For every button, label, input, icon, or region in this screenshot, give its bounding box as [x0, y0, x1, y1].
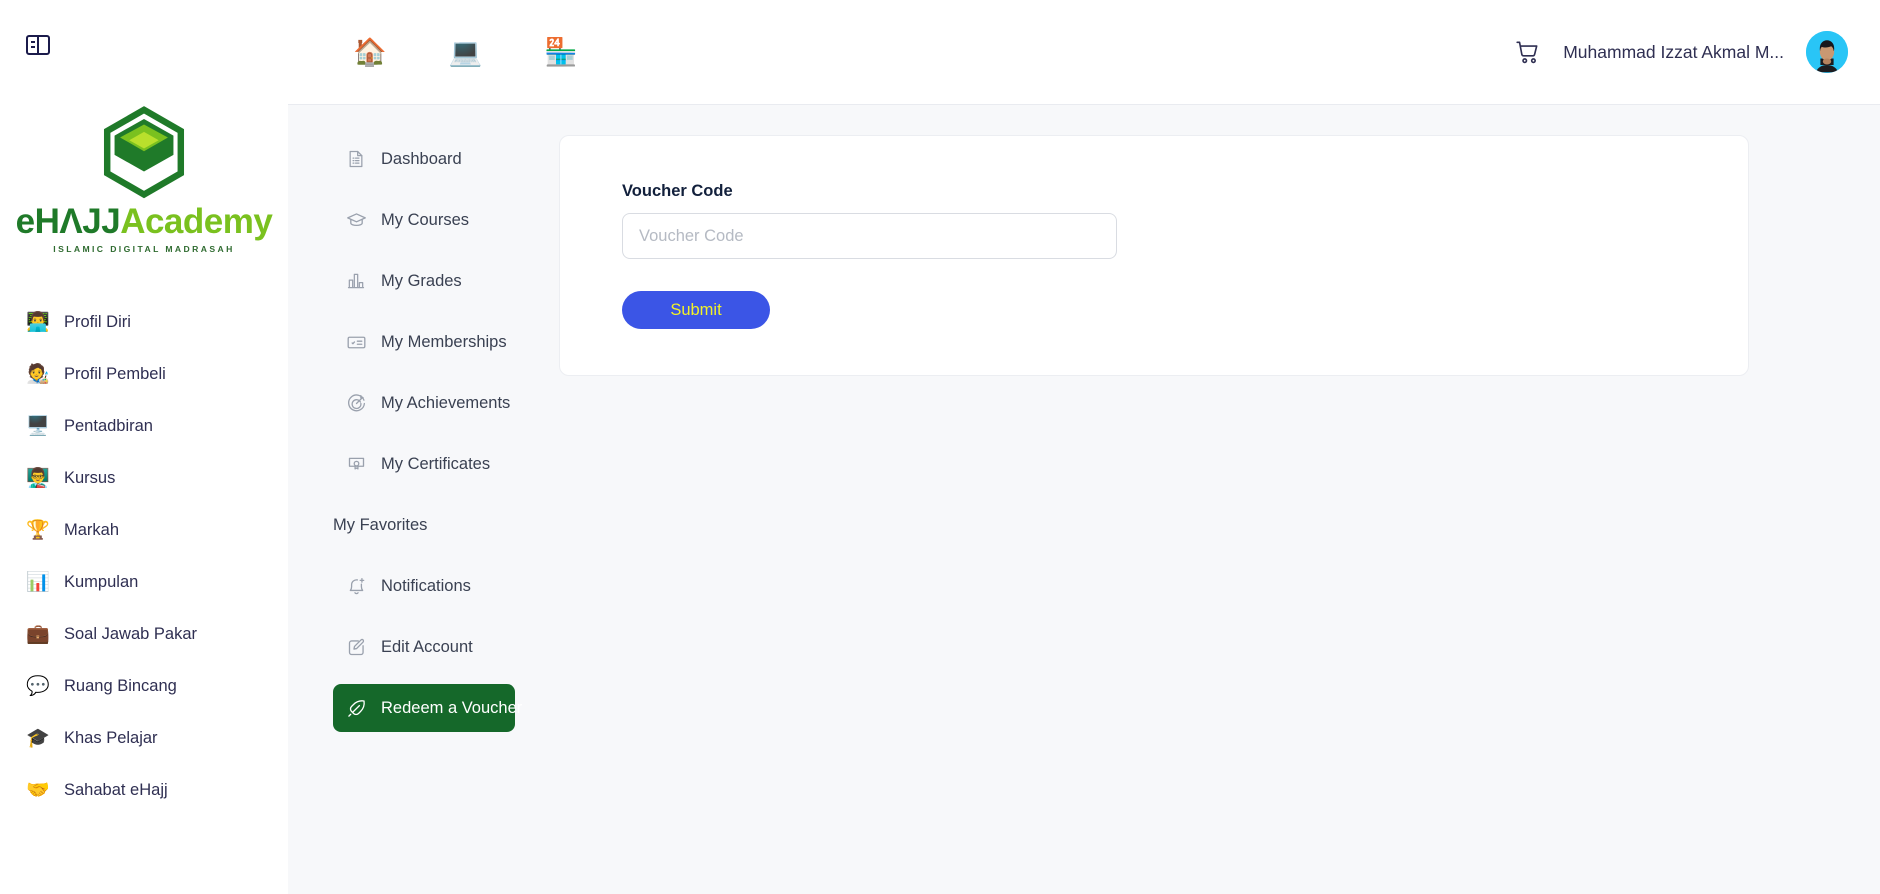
ehajj-kaaba-logo-icon — [103, 106, 185, 199]
friends-icon: 🤝 — [26, 779, 50, 801]
home-icon[interactable]: 🏠 — [353, 38, 387, 66]
subnav-section-label: My Favorites — [333, 515, 428, 534]
sidebar-item-khas-pelajar[interactable]: 🎓 Khas Pelajar — [0, 712, 288, 764]
sidebar-item-kumpulan[interactable]: 📊 Kumpulan — [0, 556, 288, 608]
subnav-item-redeem-a-voucher[interactable]: Redeem a Voucher — [333, 684, 522, 732]
rocket-icon — [345, 697, 367, 719]
bar-chart-icon — [345, 270, 367, 292]
certificate-seal-icon — [345, 453, 367, 475]
administration-icon: 🖥️ — [26, 415, 50, 437]
student-special-icon: 🎓 — [26, 727, 50, 749]
brand-name-part2: Academy — [120, 202, 273, 241]
sidebar-item-sahabat-ehajj[interactable]: 🤝 Sahabat eHajj — [0, 764, 288, 816]
edit-square-icon — [345, 636, 367, 658]
sidebar-item-label: Profil Diri — [64, 312, 131, 331]
target-achievement-icon — [345, 392, 367, 414]
main-content: Voucher Code Submit — [533, 105, 1880, 894]
avatar-photo-icon — [1806, 31, 1848, 73]
sidebar-item-label: Soal Jawab Pakar — [64, 624, 197, 643]
subnav-item-label: My Courses — [381, 210, 470, 229]
subnav-item-label: My Memberships — [381, 332, 507, 351]
subnav-item-label: Edit Account — [381, 637, 473, 656]
subnav-item-edit-account[interactable]: Edit Account — [333, 623, 533, 671]
subnav-item-notifications[interactable]: Notifications — [333, 562, 533, 610]
subnav-item-my-memberships[interactable]: My Memberships — [333, 318, 533, 366]
sidebar-item-soal-jawab-pakar[interactable]: 💼 Soal Jawab Pakar — [0, 608, 288, 660]
expert-qa-icon: 💼 — [26, 623, 50, 645]
sidebar-item-ruang-bincang[interactable]: 💬 Ruang Bincang — [0, 660, 288, 712]
submit-button[interactable]: Submit — [622, 291, 770, 329]
subnav-item-label: Dashboard — [381, 149, 462, 168]
secondary-nav: Dashboard My Courses My Grades My Member… — [288, 105, 533, 894]
subnav-item-label: My Achievements — [381, 393, 511, 412]
brand-name-part1: eHΛJJ — [15, 202, 121, 241]
buyer-profile-icon: 🧑‍🎨 — [26, 363, 50, 385]
sidebar-item-label: Khas Pelajar — [64, 728, 158, 747]
voucher-code-input[interactable] — [622, 213, 1117, 259]
sidebar-item-label: Profil Pembeli — [64, 364, 166, 383]
groups-icon: 📊 — [26, 571, 50, 593]
sidebar-toggle-row — [0, 0, 288, 90]
sidebar-item-label: Ruang Bincang — [64, 676, 177, 695]
subnav-item-my-grades[interactable]: My Grades — [333, 257, 533, 305]
header-user-area: Muhammad Izzat Akmal M... — [1515, 31, 1848, 73]
brand-wordmark: eHΛJJAcademy — [16, 204, 273, 239]
sidebar-item-pentadbiran[interactable]: 🖥️ Pentadbiran — [0, 400, 288, 452]
brand-logo[interactable]: eHΛJJAcademy ISLAMIC DIGITAL MADRASAH — [0, 106, 288, 254]
shopping-cart-icon[interactable] — [1515, 39, 1541, 65]
subnav-item-label: Redeem a Voucher — [381, 698, 523, 717]
subnav-item-my-certificates[interactable]: My Certificates — [333, 440, 533, 488]
bell-plus-icon — [345, 575, 367, 597]
app-root: eHΛJJAcademy ISLAMIC DIGITAL MADRASAH 👨‍… — [0, 0, 1880, 894]
sidebar-item-kursus[interactable]: 👨‍🏫 Kursus — [0, 452, 288, 504]
user-name-label[interactable]: Muhammad Izzat Akmal M... — [1563, 42, 1784, 63]
header-quick-icons: 🏠 💻 🏪 — [353, 38, 578, 66]
sidebar-panel-icon[interactable] — [26, 34, 50, 56]
courses-icon: 👨‍🏫 — [26, 467, 50, 489]
dashboard-list-icon — [345, 148, 367, 170]
graduation-cap-icon — [345, 209, 367, 231]
subnav-section-my-favorites: My Favorites — [333, 501, 533, 549]
marks-icon: 🏆 — [26, 519, 50, 541]
subnav-item-my-achievements[interactable]: My Achievements — [333, 379, 533, 427]
avatar[interactable] — [1806, 31, 1848, 73]
subnav-item-my-courses[interactable]: My Courses — [333, 196, 533, 244]
subnav-item-label: My Certificates — [381, 454, 491, 473]
redeem-voucher-card: Voucher Code Submit — [559, 135, 1749, 376]
subnav-item-label: Notifications — [381, 576, 471, 595]
sidebar-item-label: Kumpulan — [64, 572, 139, 591]
page-body: Dashboard My Courses My Grades My Member… — [288, 105, 1880, 894]
voucher-code-label: Voucher Code — [622, 182, 733, 200]
user-profile-icon: 👨‍💻 — [26, 311, 50, 333]
sidebar-item-label: Markah — [64, 520, 120, 539]
discussion-room-icon: 💬 — [26, 675, 50, 697]
sidebar-nav: 👨‍💻 Profil Diri 🧑‍🎨 Profil Pembeli 🖥️ Pe… — [0, 296, 288, 816]
right-region: 🏠 💻 🏪 Muhammad Izzat Akmal M... Dashboar… — [288, 0, 1880, 894]
profile-laptop-icon[interactable]: 💻 — [449, 38, 483, 66]
sidebar-item-profil-diri[interactable]: 👨‍💻 Profil Diri — [0, 296, 288, 348]
subnav-item-dashboard[interactable]: Dashboard — [333, 135, 533, 183]
store-icon[interactable]: 🏪 — [544, 38, 578, 66]
sidebar-item-label: Kursus — [64, 468, 116, 487]
top-header: 🏠 💻 🏪 Muhammad Izzat Akmal M... — [288, 0, 1880, 105]
main-sidebar: eHΛJJAcademy ISLAMIC DIGITAL MADRASAH 👨‍… — [0, 0, 288, 894]
sidebar-item-profil-pembeli[interactable]: 🧑‍🎨 Profil Pembeli — [0, 348, 288, 400]
subnav-item-label: My Grades — [381, 271, 462, 290]
sidebar-item-label: Sahabat eHajj — [64, 780, 168, 799]
membership-card-icon — [345, 331, 367, 353]
sidebar-item-label: Pentadbiran — [64, 416, 153, 435]
brand-tagline: ISLAMIC DIGITAL MADRASAH — [53, 244, 235, 254]
sidebar-item-markah[interactable]: 🏆 Markah — [0, 504, 288, 556]
